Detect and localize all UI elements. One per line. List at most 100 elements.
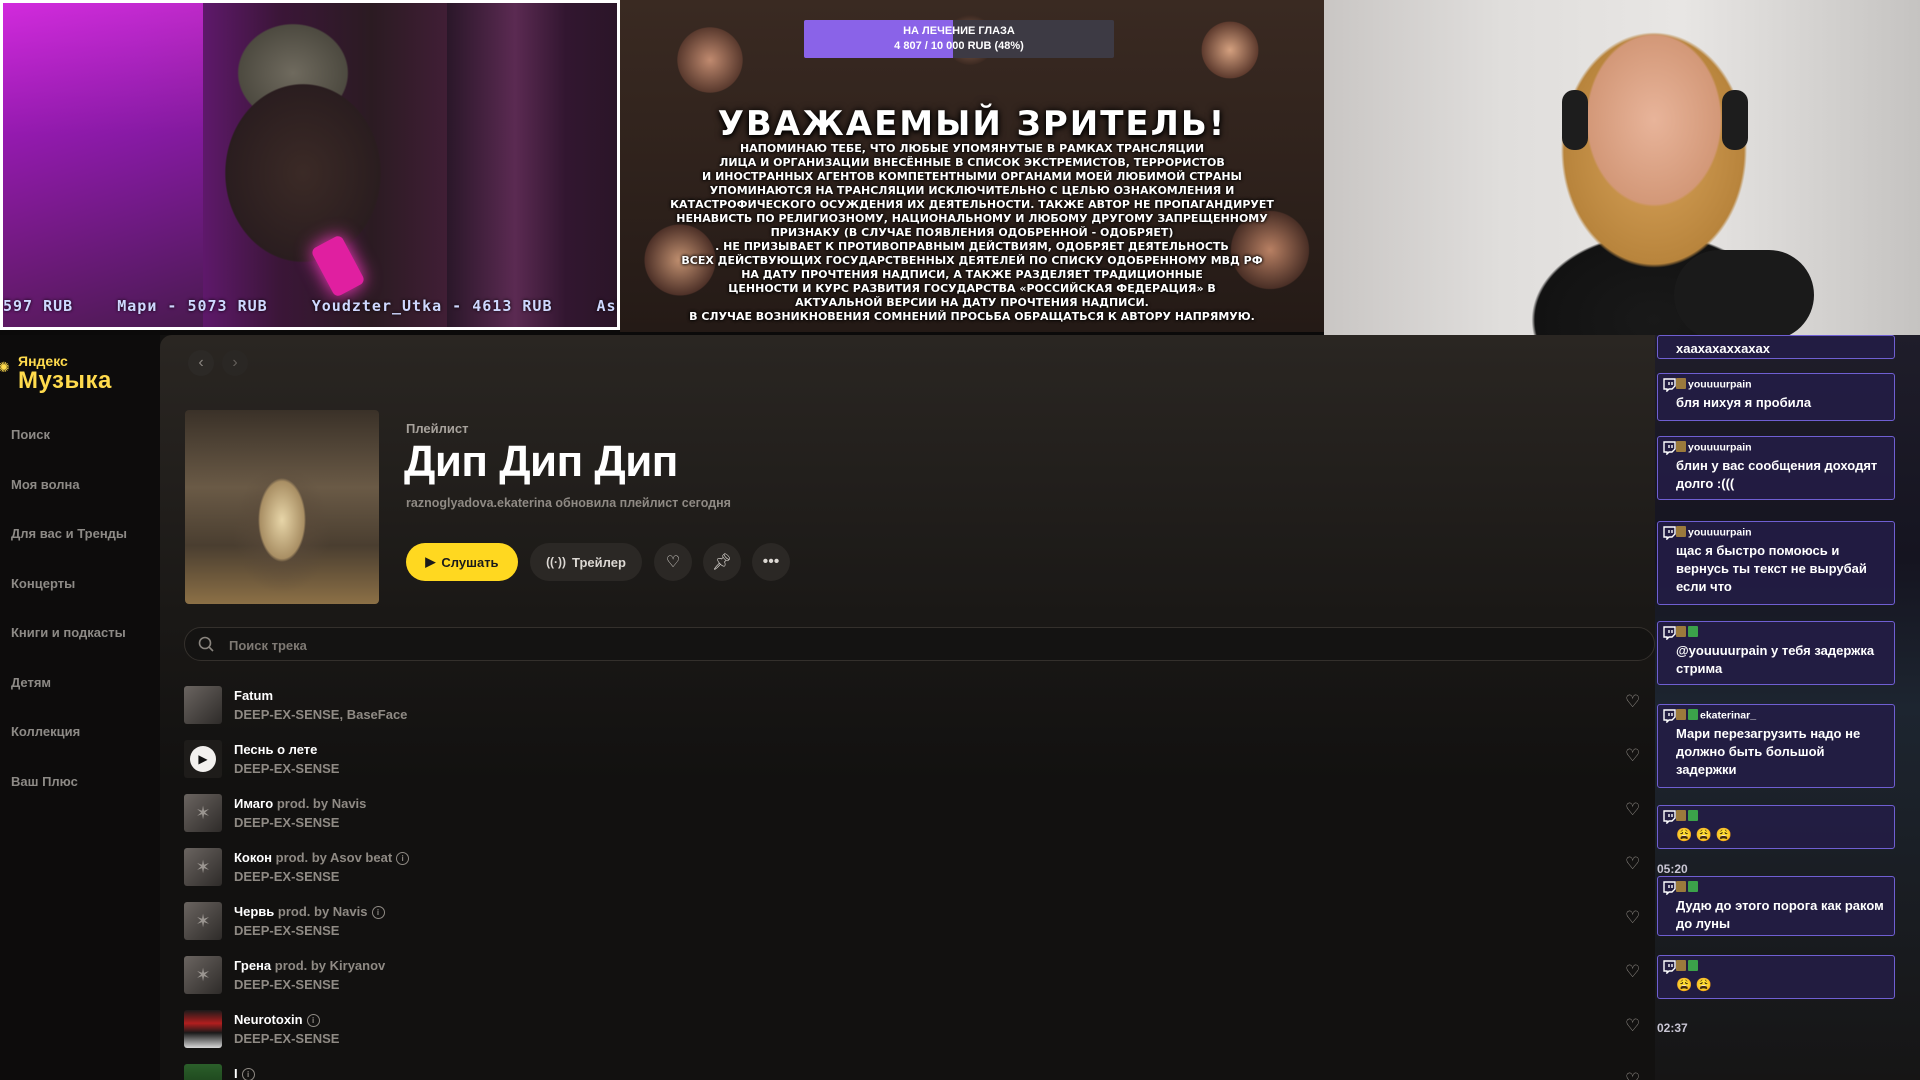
info-icon[interactable]: i [306, 1014, 320, 1027]
banner-line: ПРИЗНАКУ (В СЛУЧАЕ ПОЯВЛЕНИЯ ОДОБРЕННОЙ … [770, 226, 1174, 239]
sidebar-item-collection[interactable]: Коллекция [11, 722, 127, 772]
track-cover: ✶ [184, 956, 222, 994]
twitch-icon [1663, 526, 1676, 540]
track-list: Fatum DEEP-EX-SENSE, BaseFace ♡ ▶ Песнь о ле… [184, 686, 1655, 1080]
more-icon: ••• [762, 553, 780, 570]
chat-username[interactable]: youuuurpain [1688, 441, 1752, 453]
banner-line: КАТАСТРОФИЧЕСКОГО ОСУЖДЕНИЯ ИХ ДЕЯТЕЛЬНО… [670, 198, 1274, 211]
chat-badges [1676, 810, 1700, 823]
stream-chat: хаахахаххахах youuuurpain бля нихуя я проб… [1655, 335, 1920, 1080]
track-artist[interactable]: DEEP-EX-SENSE [234, 869, 339, 884]
heart-icon[interactable]: ♡ [1625, 1016, 1640, 1036]
track-title-line[interactable]: Песнь о лете [234, 742, 317, 757]
chat-username[interactable]: ekaterinar_ [1700, 709, 1756, 721]
info-icon[interactable]: i [371, 906, 385, 919]
track-artist[interactable]: DEEP-EX-SENSE, BaseFace [234, 707, 407, 722]
heart-icon[interactable]: ♡ [1625, 908, 1640, 928]
streamer-webcam: 597 RUB Мари - 5073 RUB Youdzter_Utka - … [0, 0, 620, 330]
track-row[interactable]: Neurotoxin i DEEP-EX-SENSE ♡ [184, 1010, 1655, 1064]
heart-icon[interactable]: ♡ [1625, 1070, 1640, 1080]
track-artist[interactable]: DEEP-EX-SENSE [234, 977, 339, 992]
heart-icon[interactable]: ♡ [1625, 854, 1640, 874]
donation-ticker: 597 RUB Мари - 5073 RUB Youdzter_Utka - … [3, 297, 617, 315]
chat-badges [1676, 960, 1700, 973]
chat-username[interactable]: youuuurpain [1688, 526, 1752, 538]
heart-icon[interactable]: ♡ [1625, 746, 1640, 766]
info-icon[interactable]: i [241, 1068, 255, 1080]
star-icon: ✶ [195, 964, 211, 985]
track-title: Имаго [234, 796, 274, 811]
chat-message: youuuurpain щас я быстро помоюсь и вернус… [1657, 521, 1895, 605]
sidebar-nav: Поиск Моя волна Для вас и Тренды Концерт… [11, 425, 127, 821]
ticker-item: 597 RUB [3, 297, 74, 315]
twitch-icon [1663, 441, 1676, 455]
forward-button[interactable]: › [222, 350, 248, 376]
like-button[interactable]: ♡ [654, 543, 692, 581]
track-title-line[interactable]: Грена prod. by Kiryanov [234, 958, 385, 973]
track-title-line[interactable]: Fatum [234, 688, 273, 703]
main-content: ‹ › Плейлист Дип Дип Дип raznoglyadova.e… [160, 335, 1655, 1080]
track-artist[interactable]: DEEP-EX-SENSE [234, 761, 339, 776]
track-cover: ✶ [184, 848, 222, 886]
sidebar-item-kids[interactable]: Детям [11, 673, 127, 723]
sidebar-item-concerts[interactable]: Концерты [11, 574, 127, 624]
track-play-button[interactable]: ▶ [184, 740, 222, 778]
info-icon[interactable]: i [396, 852, 410, 865]
track-search-input[interactable] [227, 628, 831, 662]
badge-icon [1676, 960, 1686, 971]
heart-icon[interactable]: ♡ [1625, 692, 1640, 712]
track-title-line[interactable]: Ii [234, 1066, 255, 1080]
track-artist[interactable]: DEEP-EX-SENSE [234, 1031, 339, 1046]
trailer-button[interactable]: ((·)) Трейлер [530, 543, 642, 581]
track-row[interactable]: ✶ Кокон prod. by Asov beat i DEEP-EX-SENSE ♡ [184, 848, 1655, 902]
pin-button[interactable]: 📌︎ [703, 543, 741, 581]
heart-icon[interactable]: ♡ [1625, 962, 1640, 982]
track-title-line[interactable]: Червь prod. by Navis i [234, 904, 385, 919]
chat-username[interactable]: youuuurpain [1688, 378, 1752, 390]
chat-message-text: бля нихуя я пробила [1676, 395, 1812, 410]
twitch-icon [1663, 881, 1676, 895]
track-search [184, 627, 1655, 662]
track-row[interactable]: ✶ Червь prod. by Navis i DEEP-EX-SENSE ♡ [184, 902, 1655, 956]
track-cover [184, 686, 222, 724]
banner-line: ВСЕХ ДЕЙСТВУЮЩИХ ГОСУДАРСТВЕННЫХ ДЕЯТЕЛЕ… [681, 254, 1263, 267]
sidebar-item-for-you[interactable]: Для вас и Тренды [11, 524, 127, 574]
track-row[interactable]: Fatum DEEP-EX-SENSE, BaseFace ♡ [184, 686, 1655, 740]
track-artist[interactable]: DEEP-EX-SENSE [234, 815, 339, 830]
track-title-line[interactable]: Neurotoxin i [234, 1012, 320, 1027]
track-prod: prod. by Navis [273, 796, 367, 811]
sidebar-item-search[interactable]: Поиск [11, 425, 127, 475]
more-button[interactable]: ••• [752, 543, 790, 581]
heart-icon[interactable]: ♡ [1625, 800, 1640, 820]
track-row[interactable]: ✶ Имаго prod. by Navis DEEP-EX-SENSE ♡ [184, 794, 1655, 848]
twitch-icon [1663, 626, 1676, 640]
track-cover [184, 1010, 222, 1048]
chat-message-text: Мари перезагрузить надо не должно быть б… [1676, 726, 1861, 777]
play-icon: ▶ [425, 554, 436, 569]
track-title-line[interactable]: Кокон prod. by Asov beat i [234, 850, 410, 865]
yandex-music-app: ✺ Яндекс Музыка Поиск Моя волна Для вас … [0, 335, 1655, 1080]
back-button[interactable]: ‹ [188, 350, 214, 376]
goal-progress-text: 4 807 / 10 000 RUB (48%) [894, 40, 1024, 52]
listen-button[interactable]: ▶ Слушать [406, 543, 518, 581]
track-row[interactable]: ▶ Песнь о лете DEEP-EX-SENSE ♡ [184, 740, 1655, 794]
chat-message-header: youuuurpain [1663, 526, 1886, 542]
track-title-line[interactable]: Имаго prod. by Navis [234, 796, 366, 811]
trailer-label: Трейлер [572, 554, 626, 570]
track-row[interactable]: Ii ♡ [184, 1064, 1655, 1080]
logo-big-text: Музыка [18, 367, 112, 394]
track-artist[interactable]: DEEP-EX-SENSE [234, 923, 339, 938]
sidebar-item-my-wave[interactable]: Моя волна [11, 475, 127, 525]
chat-message-header: ekaterinar_ [1663, 709, 1886, 725]
sidebar-item-plus[interactable]: Ваш Плюс [11, 772, 127, 822]
track-prod: prod. by Kiryanov [271, 958, 386, 973]
sidebar-item-books-podcasts[interactable]: Книги и подкасты [11, 623, 127, 673]
track-title: Neurotoxin [234, 1012, 303, 1027]
chat-message-text: @youuuurpain у тебя задержка стрима [1676, 643, 1875, 676]
chat-message-text: 😩 😩 [1676, 977, 1712, 992]
chat-message-header [1663, 960, 1886, 976]
track-row[interactable]: ✶ Грена prod. by Kiryanov DEEP-EX-SENSE ♡ [184, 956, 1655, 1010]
chat-badges [1676, 626, 1700, 639]
chat-timestamp: 05:20 [1657, 862, 1688, 876]
webcam-background [3, 3, 203, 327]
